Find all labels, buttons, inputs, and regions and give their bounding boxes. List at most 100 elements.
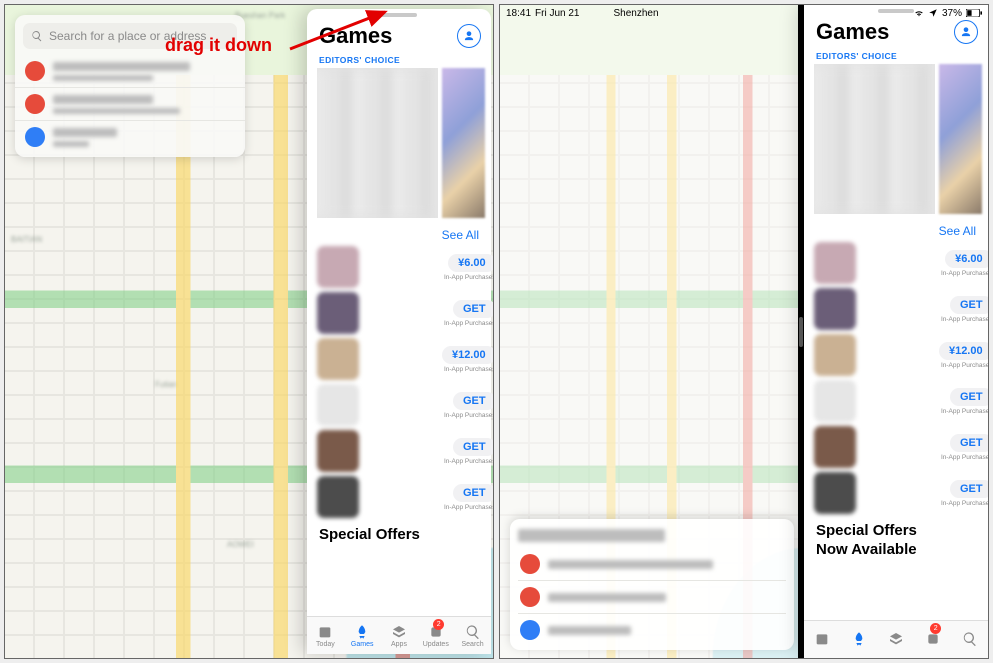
today-icon	[317, 624, 333, 640]
pin-icon	[520, 554, 540, 574]
rocket-icon	[354, 624, 370, 640]
maps-suggestion[interactable]	[15, 55, 245, 87]
page-title: Games	[816, 19, 889, 45]
maps-results-sheet[interactable]	[510, 519, 794, 650]
tab-bar: Today Games Apps 2 Updates Search	[307, 616, 491, 654]
search-icon	[465, 624, 481, 640]
status-city: Shenzhen	[614, 8, 659, 19]
splitview-divider[interactable]	[798, 5, 804, 658]
app-thumbnail[interactable]	[814, 472, 856, 514]
iap-label: In-App Purchases	[444, 504, 494, 511]
special-offers-heading: Special Offers	[307, 520, 491, 545]
app-thumbnail[interactable]	[317, 384, 359, 426]
maps-suggestion[interactable]	[15, 87, 245, 120]
iap-label: In-App Purchases	[941, 362, 989, 369]
iap-label: In-App Purchases	[941, 408, 989, 415]
account-button[interactable]	[954, 20, 978, 44]
iap-label: In-App Purchases	[444, 366, 494, 373]
iap-label: In-App Purchases	[444, 320, 494, 327]
tab-search[interactable]: Search	[454, 617, 491, 654]
price-button[interactable]: ¥12.00	[939, 342, 989, 360]
tab-search[interactable]	[951, 621, 988, 658]
special-offers-heading: Special Offers	[804, 516, 988, 541]
get-button[interactable]: GET	[950, 480, 989, 498]
tab-today[interactable]	[804, 621, 841, 658]
get-button[interactable]: GET	[453, 438, 494, 456]
status-bar: 18:41 Fri Jun 21 Shenzhen 37%	[500, 5, 988, 21]
search-icon	[31, 30, 43, 42]
app-thumbnail[interactable]	[814, 426, 856, 468]
slideover-grabber[interactable]	[381, 13, 417, 17]
status-date: Fri Jun 21	[535, 8, 579, 19]
pin-icon	[25, 127, 45, 147]
tab-updates[interactable]: 2 Updates	[417, 617, 454, 654]
today-icon	[814, 631, 830, 647]
get-button[interactable]: GET	[950, 434, 989, 452]
tab-updates[interactable]: 2	[914, 621, 951, 658]
page-title: Games	[319, 23, 392, 49]
pin-icon	[520, 587, 540, 607]
status-battery: 37%	[942, 8, 962, 19]
app-thumbnail[interactable]	[317, 246, 359, 288]
iap-label: In-App Purchases	[444, 274, 494, 281]
price-button[interactable]: ¥6.00	[945, 250, 989, 268]
editors-choice-label: EDITORS' CHOICE	[804, 51, 988, 64]
get-button[interactable]: GET	[453, 484, 494, 502]
pin-icon	[520, 620, 540, 640]
tab-games[interactable]	[841, 621, 878, 658]
iap-label: In-App Purchases	[941, 316, 989, 323]
app-thumbnail[interactable]	[814, 380, 856, 422]
app-thumbnail[interactable]	[814, 334, 856, 376]
hero-card[interactable]	[814, 64, 982, 214]
rocket-icon	[851, 631, 867, 647]
status-time: 18:41	[506, 8, 531, 19]
appstore-splitview-pane: Games EDITORS' CHOICE See All ¥6.	[804, 5, 988, 658]
tab-games[interactable]: Games	[344, 617, 381, 654]
app-thumbnail[interactable]	[814, 242, 856, 284]
special-offers-subheading: Now Available	[804, 541, 988, 564]
layers-icon	[391, 624, 407, 640]
iap-label: In-App Purchases	[444, 412, 494, 419]
search-icon	[962, 631, 978, 647]
pin-icon	[25, 61, 45, 81]
editors-choice-label: EDITORS' CHOICE	[307, 55, 491, 68]
see-all-link[interactable]: See All	[442, 228, 479, 242]
app-thumbnail[interactable]	[317, 292, 359, 334]
wifi-icon	[914, 8, 924, 18]
app-thumbnail[interactable]	[814, 288, 856, 330]
tab-today[interactable]: Today	[307, 617, 344, 654]
tab-apps[interactable]	[878, 621, 915, 658]
maps-pane	[500, 5, 804, 658]
app-thumbnail[interactable]	[317, 476, 359, 518]
get-button[interactable]: GET	[453, 392, 494, 410]
app-thumbnail[interactable]	[317, 338, 359, 380]
screenshot-right: 18:41 Fri Jun 21 Shenzhen 37%	[499, 4, 989, 659]
maps-suggestion[interactable]	[15, 120, 245, 153]
person-icon	[959, 25, 973, 39]
tab-apps[interactable]: Apps	[381, 617, 418, 654]
app-thumbnail[interactable]	[317, 430, 359, 472]
battery-icon	[966, 9, 982, 17]
get-button[interactable]: GET	[453, 300, 494, 318]
price-button[interactable]: ¥6.00	[448, 254, 494, 272]
screenshot-left: Bueshan Park BAITIAN Futian AOWEI Search…	[4, 4, 494, 659]
get-button[interactable]: GET	[950, 296, 989, 314]
maps-search-card: Search for a place or address	[15, 15, 245, 157]
see-all-link[interactable]: See All	[939, 224, 976, 238]
iap-label: In-App Purchases	[941, 454, 989, 461]
get-button[interactable]: GET	[950, 388, 989, 406]
iap-label: In-App Purchases	[941, 500, 989, 507]
person-icon	[462, 29, 476, 43]
search-placeholder: Search for a place or address	[49, 29, 206, 43]
price-button[interactable]: ¥12.00	[442, 346, 494, 364]
tab-bar: 2	[804, 620, 988, 658]
appstore-slideover-panel: Games EDITORS' CHOICE See All ¥6.	[307, 9, 491, 654]
maps-search-input[interactable]: Search for a place or address	[23, 23, 237, 49]
pin-icon	[25, 94, 45, 114]
iap-label: In-App Purchases	[444, 458, 494, 465]
iap-label: In-App Purchases	[941, 270, 989, 277]
account-button[interactable]	[457, 24, 481, 48]
location-icon	[928, 8, 938, 18]
layers-icon	[888, 631, 904, 647]
hero-card[interactable]	[317, 68, 485, 218]
